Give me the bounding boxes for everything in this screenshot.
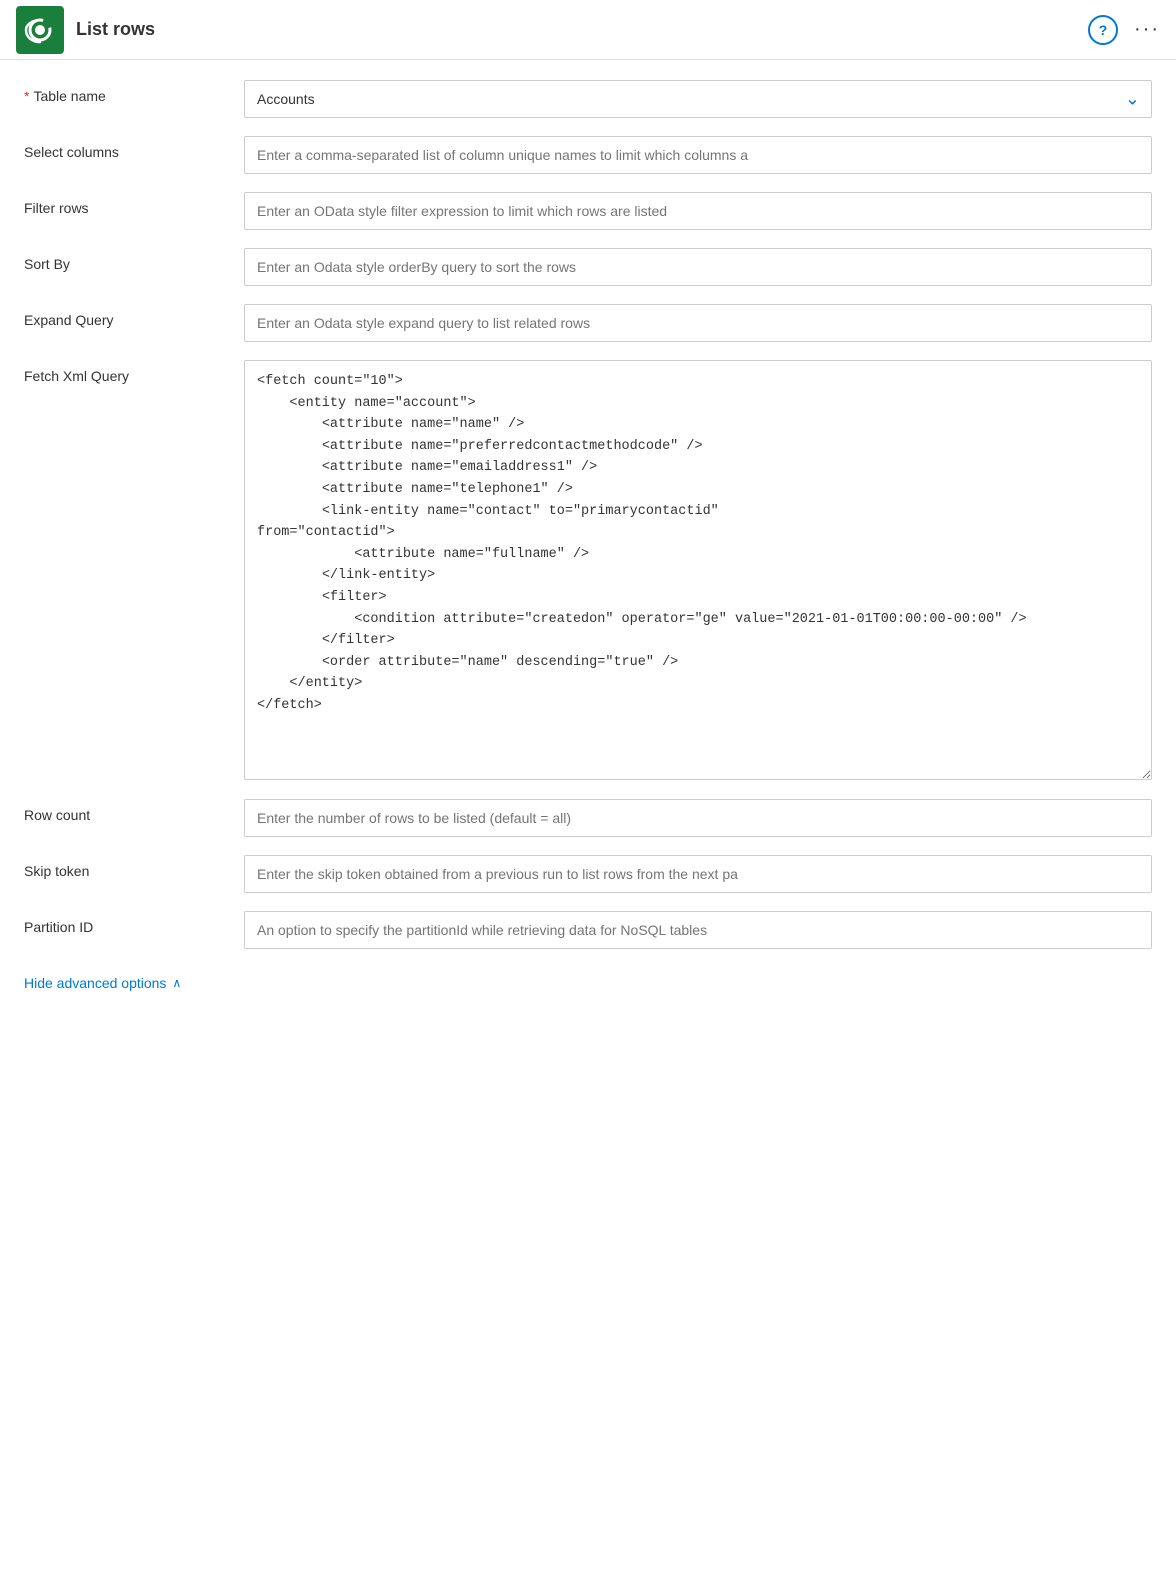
hide-advanced-button[interactable]: Hide advanced options ∧	[24, 967, 1152, 991]
expand-query-input[interactable]	[244, 304, 1152, 342]
expand-query-row: Expand Query	[24, 304, 1152, 344]
select-columns-input[interactable]	[244, 136, 1152, 174]
select-columns-field	[244, 136, 1152, 174]
skip-token-field	[244, 855, 1152, 893]
select-columns-label: Select columns	[24, 136, 244, 160]
row-count-label: Row count	[24, 799, 244, 823]
partition-id-row: Partition ID	[24, 911, 1152, 951]
expand-query-field	[244, 304, 1152, 342]
partition-id-field	[244, 911, 1152, 949]
table-name-row: *Table name Accounts ⌄	[24, 80, 1152, 120]
filter-rows-row: Filter rows	[24, 192, 1152, 232]
row-count-row: Row count	[24, 799, 1152, 839]
partition-id-label: Partition ID	[24, 911, 244, 935]
fetch-xml-input[interactable]	[244, 360, 1152, 780]
fetch-xml-label: Fetch Xml Query	[24, 360, 244, 384]
filter-rows-input[interactable]	[244, 192, 1152, 230]
sort-by-input[interactable]	[244, 248, 1152, 286]
more-options-button[interactable]: ···	[1134, 18, 1160, 41]
select-columns-row: Select columns	[24, 136, 1152, 176]
form-container: *Table name Accounts ⌄ Select columns Fi…	[0, 60, 1176, 1011]
skip-token-input[interactable]	[244, 855, 1152, 893]
skip-token-label: Skip token	[24, 855, 244, 879]
sort-by-label: Sort By	[24, 248, 244, 272]
filter-rows-label: Filter rows	[24, 192, 244, 216]
expand-query-label: Expand Query	[24, 304, 244, 328]
fetch-xml-field	[244, 360, 1152, 783]
sort-by-row: Sort By	[24, 248, 1152, 288]
table-name-label: *Table name	[24, 80, 244, 104]
partition-id-input[interactable]	[244, 911, 1152, 949]
header: List rows ? ···	[0, 0, 1176, 60]
skip-token-row: Skip token	[24, 855, 1152, 895]
hide-advanced-label: Hide advanced options	[24, 975, 166, 991]
table-name-select-wrapper[interactable]: Accounts ⌄	[244, 80, 1152, 118]
chevron-up-icon: ∧	[172, 976, 181, 990]
sort-by-field	[244, 248, 1152, 286]
table-name-select[interactable]: Accounts	[244, 80, 1152, 118]
help-button[interactable]: ?	[1088, 15, 1118, 45]
filter-rows-field	[244, 192, 1152, 230]
row-count-input[interactable]	[244, 799, 1152, 837]
app-logo	[16, 6, 64, 54]
required-star: *	[24, 88, 29, 104]
page-title: List rows	[76, 19, 155, 40]
header-right: ? ···	[1088, 15, 1160, 45]
header-left: List rows	[16, 6, 155, 54]
table-name-field: Accounts ⌄	[244, 80, 1152, 118]
row-count-field	[244, 799, 1152, 837]
fetch-xml-row: Fetch Xml Query	[24, 360, 1152, 783]
